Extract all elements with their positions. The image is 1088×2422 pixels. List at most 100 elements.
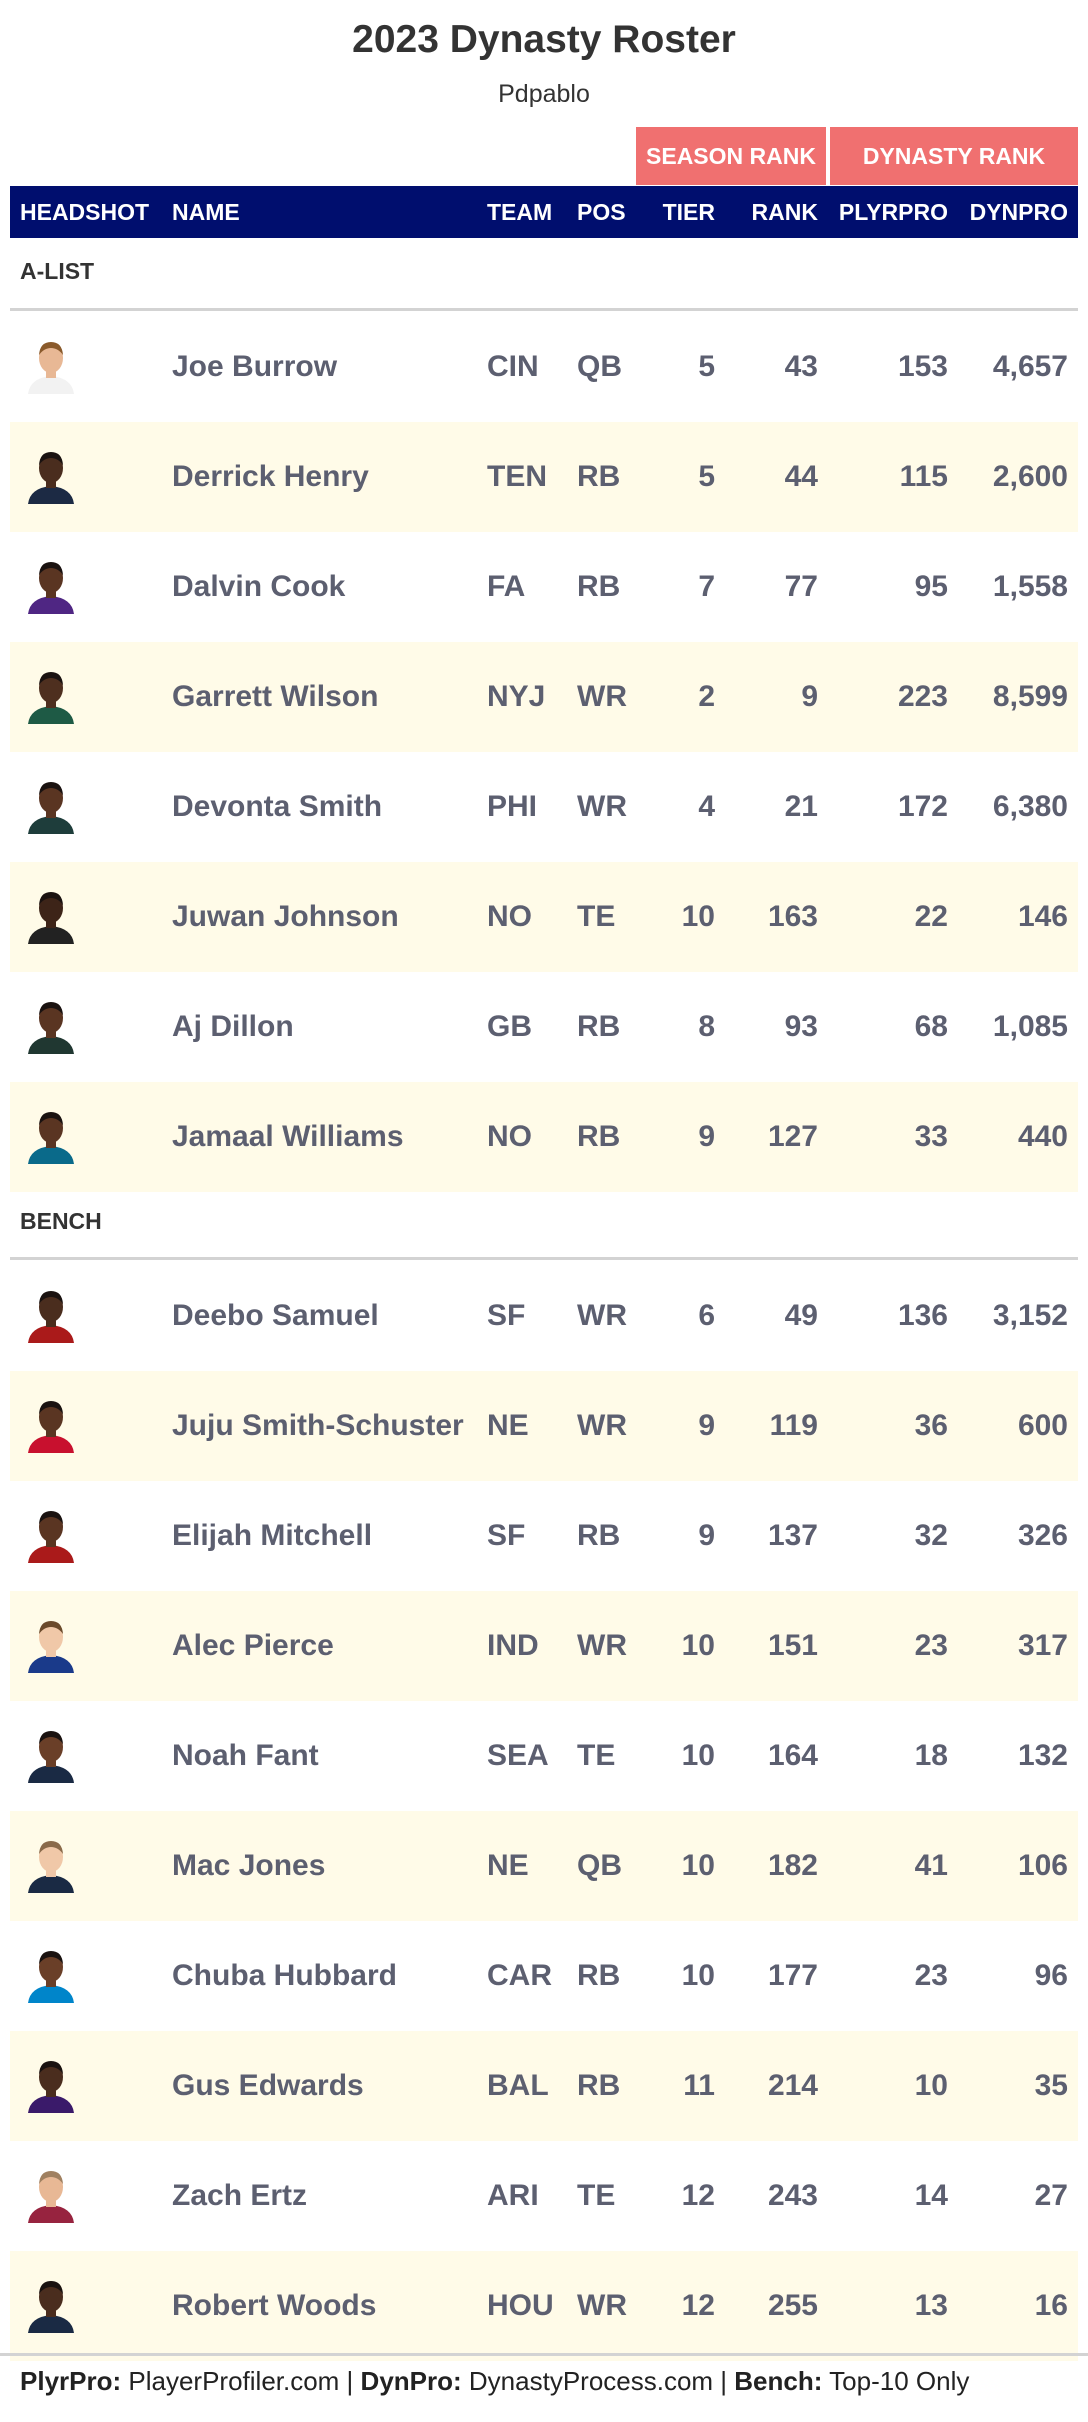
header-plyrpro[interactable]: PLYRPRO (839, 186, 948, 238)
player-name: Alec Pierce (172, 1629, 334, 1662)
team-code: HOU (487, 2289, 554, 2322)
player-name: Elijah Mitchell (172, 1519, 373, 1552)
table-row[interactable]: Aj Dillon GB RB 8 93 68 1,085 (10, 972, 1078, 1082)
position: TE (577, 2179, 616, 2212)
plyrpro-value: 95 (914, 570, 948, 603)
player-name: Chuba Hubbard (172, 1959, 397, 1992)
team-code: CAR (487, 1959, 552, 1992)
tier-value: 12 (681, 2179, 715, 2212)
rank-value: 127 (767, 1120, 818, 1153)
team-code: FA (487, 570, 526, 603)
player-name: Mac Jones (172, 1849, 326, 1882)
team-code: ARI (487, 2179, 539, 2212)
dynpro-value: 132 (1017, 1739, 1068, 1772)
header-dynpro[interactable]: DYNPRO (970, 186, 1068, 238)
rank-value: 182 (767, 1849, 818, 1882)
player-headshot-icon (28, 1621, 74, 1673)
table-row[interactable]: Elijah Mitchell SF RB 9 137 32 326 (10, 1481, 1078, 1591)
rank-value: 164 (767, 1739, 818, 1772)
tier-value: 11 (683, 2069, 715, 2102)
dynpro-value: 16 (1034, 2289, 1068, 2322)
table-row[interactable]: Robert Woods HOU WR 12 255 13 16 (10, 2251, 1078, 2361)
plyrpro-value: 172 (897, 790, 948, 823)
header-tier[interactable]: TIER (663, 186, 715, 238)
table-row[interactable]: Devonta Smith PHI WR 4 21 172 6,380 (10, 752, 1078, 862)
team-code: CIN (487, 350, 539, 383)
tier-value: 5 (698, 460, 715, 493)
header-headshot[interactable]: HEADSHOT (20, 186, 149, 238)
plyrpro-value: 136 (897, 1299, 948, 1332)
position: RB (577, 1959, 621, 1992)
table-row[interactable]: Jamaal Williams NO RB 9 127 33 440 (10, 1082, 1078, 1192)
group-divider (10, 1257, 1078, 1260)
player-headshot-icon (28, 1291, 74, 1343)
dynpro-value: 2,600 (992, 460, 1068, 493)
footer-rule (0, 2353, 1088, 2356)
position: RB (577, 2069, 621, 2102)
plyrpro-value: 41 (914, 1849, 948, 1882)
player-name: Robert Woods (172, 2289, 377, 2322)
rank-value: 119 (769, 1409, 818, 1442)
table-row[interactable]: Juju Smith-Schuster NE WR 9 119 36 600 (10, 1371, 1078, 1481)
tier-value: 12 (681, 2289, 715, 2322)
table-row[interactable]: Gus Edwards BAL RB 11 214 10 35 (10, 2031, 1078, 2141)
plyrpro-value: 68 (914, 1010, 948, 1043)
table-row[interactable]: Garrett Wilson NYJ WR 2 9 223 8,599 (10, 642, 1078, 752)
header-rank[interactable]: RANK (752, 186, 818, 238)
header-name[interactable]: NAME (172, 186, 240, 238)
rank-value: 77 (784, 570, 818, 603)
footnote-bench-label: Bench: (734, 2366, 823, 2396)
dynpro-value: 3,152 (992, 1299, 1068, 1332)
table-row[interactable]: Juwan Johnson NO TE 10 163 22 146 (10, 862, 1078, 972)
rank-value: 44 (784, 460, 818, 493)
position: RB (577, 1120, 621, 1153)
footnote-plyrpro-source: PlayerProfiler.com | (121, 2366, 361, 2396)
team-code: NO (487, 1120, 532, 1153)
table-row[interactable]: Zach Ertz ARI TE 12 243 14 27 (10, 2141, 1078, 2251)
header-team[interactable]: TEAM (487, 186, 552, 238)
table-row[interactable]: Dalvin Cook FA RB 7 77 95 1,558 (10, 532, 1078, 642)
team-code: NYJ (487, 680, 546, 713)
plyrpro-value: 13 (914, 2289, 948, 2322)
rank-value: 21 (784, 790, 818, 823)
table-row[interactable]: Chuba Hubbard CAR RB 10 177 23 96 (10, 1921, 1078, 2031)
header-pos[interactable]: POS (577, 186, 626, 238)
roster-page: 2023 Dynasty Roster Pdpablo SEASON RANK … (0, 0, 1088, 2422)
tier-value: 10 (681, 1739, 715, 1772)
dynpro-value: 1,085 (992, 1010, 1068, 1043)
rank-value: 255 (767, 2289, 818, 2322)
position: RB (577, 570, 621, 603)
table-header: HEADSHOT NAME TEAM POS TIER RANK PLYRPRO… (10, 186, 1078, 238)
table-row[interactable]: Derrick Henry TEN RB 5 44 115 2,600 (10, 422, 1078, 532)
team-code: SF (487, 1299, 526, 1332)
footnote-plyrpro-label: PlyrPro: (20, 2366, 122, 2396)
tier-value: 8 (698, 1010, 715, 1043)
tier-value: 9 (698, 1519, 715, 1552)
page-title: 2023 Dynasty Roster (352, 18, 736, 61)
team-code: NE (487, 1409, 529, 1442)
player-headshot-icon (28, 562, 74, 614)
table-row[interactable]: Alec Pierce IND WR 10 151 23 317 (10, 1591, 1078, 1701)
rank-value: 163 (767, 900, 818, 933)
footnote-bench-note: Top-10 Only (822, 2366, 970, 2396)
tier-value: 10 (681, 1629, 715, 1662)
dynpro-value: 146 (1017, 900, 1068, 933)
player-headshot-icon (28, 342, 74, 394)
player-headshot-icon (28, 1951, 74, 2003)
season-rank-spanner: SEASON RANK (646, 143, 816, 169)
player-headshot-icon (28, 1401, 74, 1453)
group-label: A-LIST (20, 258, 95, 284)
player-headshot-icon (28, 452, 74, 504)
plyrpro-value: 23 (914, 1959, 948, 1992)
player-name: Juwan Johnson (172, 900, 399, 933)
table-row[interactable]: Noah Fant SEA TE 10 164 18 132 (10, 1701, 1078, 1811)
table-row[interactable]: Mac Jones NE QB 10 182 41 106 (10, 1811, 1078, 1921)
plyrpro-value: 36 (914, 1409, 948, 1442)
table-row[interactable]: Deebo Samuel SF WR 6 49 136 3,152 (10, 1261, 1078, 1371)
tier-value: 2 (698, 680, 715, 713)
player-name: Deebo Samuel (172, 1299, 379, 1332)
player-headshot-icon (28, 892, 74, 944)
table-row[interactable]: Joe Burrow CIN QB 5 43 153 4,657 (10, 312, 1078, 422)
group-label: BENCH (20, 1208, 102, 1234)
player-headshot-icon (28, 2061, 74, 2113)
